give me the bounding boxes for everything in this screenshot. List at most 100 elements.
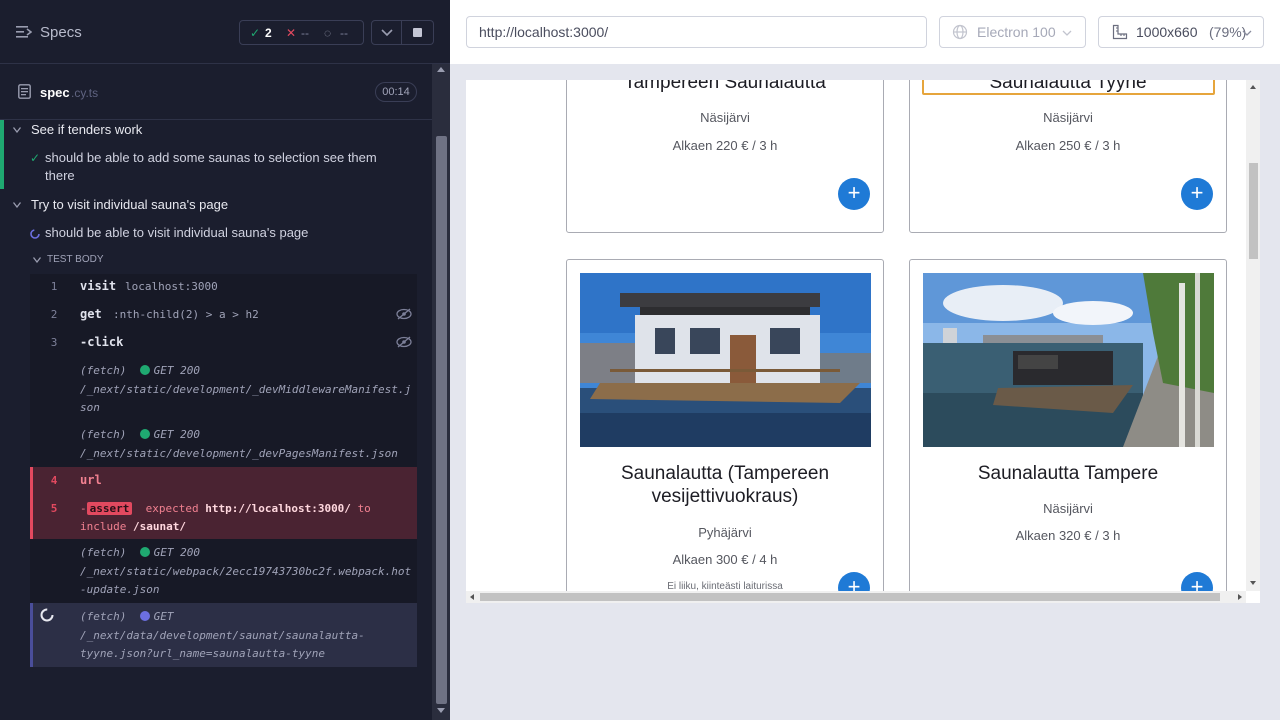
sauna-card[interactable]: Saunalautta Tyyne Näsijärvi Alkaen 250 €… xyxy=(909,80,1227,233)
viewport-selector[interactable]: 1000x660 (79%) xyxy=(1098,16,1264,48)
sauna-card[interactable]: Saunalautta Tampere Näsijärvi Alkaen 320… xyxy=(909,259,1227,603)
assert-to: to xyxy=(357,502,371,515)
command-visit[interactable]: visit xyxy=(80,279,116,293)
fetch-label: (fetch) xyxy=(80,546,127,559)
scroll-down-arrow[interactable] xyxy=(1250,581,1256,585)
url-bar[interactable]: http://localhost:3000/ xyxy=(466,16,927,48)
command-click[interactable]: -click xyxy=(80,335,123,349)
sauna-location: Näsijärvi xyxy=(1043,110,1093,125)
collapse-button[interactable] xyxy=(371,20,402,45)
sauna-raft-image xyxy=(580,273,871,447)
eye-slash-icon[interactable] xyxy=(396,308,412,320)
command-message: localhost:3000 xyxy=(125,280,218,293)
scroll-right-arrow[interactable] xyxy=(1238,594,1242,600)
sauna-title[interactable]: Saunalautta Tampere xyxy=(910,462,1226,485)
spec-file-row[interactable]: spec .cy.ts 00:14 xyxy=(0,64,432,120)
stop-button[interactable] xyxy=(402,20,434,45)
test-stats: ✓ 2 ✕ -- ◌ -- xyxy=(239,20,364,45)
suite-title-visit-page[interactable]: Try to visit individual sauna's page xyxy=(31,197,228,212)
fetch-path-cont: -update.json xyxy=(80,583,160,596)
assert-prefix: - xyxy=(80,502,87,515)
sauna-location: Pyhäjärvi xyxy=(698,525,752,540)
sauna-title[interactable]: Saunalautta (Tampereen vesijettivuokraus… xyxy=(567,462,883,508)
iframe-vertical-scrollbar[interactable] xyxy=(1246,80,1260,591)
iframe-horizontal-scroll-thumb[interactable] xyxy=(480,593,1220,601)
command-number: 5 xyxy=(50,502,58,515)
passed-count: 2 xyxy=(265,26,272,40)
command-get[interactable]: get xyxy=(80,307,102,321)
fetch-path: /_next/data/development/saunat/saunalaut… xyxy=(80,628,365,642)
browser-selector[interactable]: Electron 100 xyxy=(939,16,1086,48)
scroll-down-arrow[interactable] xyxy=(437,708,445,713)
test-title-add-saunas-cont: there xyxy=(45,168,75,183)
sauna-title[interactable]: Saunalautta Tyyne xyxy=(910,80,1226,94)
fetch-path: /_next/static/webpack/2ecc19743730bc2f.w… xyxy=(80,564,412,578)
scroll-left-arrow[interactable] xyxy=(470,594,474,600)
test-title-add-saunas[interactable]: should be able to add some saunas to sel… xyxy=(45,149,377,167)
sauna-photo[interactable] xyxy=(580,273,871,447)
reporter-scrollbar-thumb[interactable] xyxy=(436,136,447,704)
assert-badge: assert xyxy=(86,502,133,515)
command-url[interactable]: url xyxy=(80,473,102,487)
sauna-photo[interactable] xyxy=(923,273,1214,447)
test-body-label[interactable]: TEST BODY xyxy=(47,254,104,265)
sauna-title[interactable]: Tampereen Saunalautta xyxy=(567,80,883,94)
suite-pass-bar xyxy=(0,120,4,189)
sauna-card[interactable]: Saunalautta (Tampereen vesijettivuokraus… xyxy=(566,259,884,603)
file-icon xyxy=(18,84,31,99)
browser-name: Electron 100 xyxy=(977,24,1056,40)
failed-count: -- xyxy=(301,26,309,40)
specs-icon[interactable] xyxy=(16,25,32,39)
fetch-method: GET 200 xyxy=(153,546,200,559)
spinner-icon xyxy=(40,608,54,622)
sauna-location: Näsijärvi xyxy=(700,110,750,125)
sauna-card[interactable]: Tampereen Saunalautta Näsijärvi Alkaen 2… xyxy=(566,80,884,233)
x-icon: ✕ xyxy=(286,26,297,40)
chevron-down-icon xyxy=(1242,30,1252,36)
chevron-down-icon[interactable] xyxy=(13,202,21,208)
fetch-path-cont: tyyne.json?url_name=saunalautta-tyyne xyxy=(80,647,326,660)
pending-count: -- xyxy=(340,26,348,40)
fetch-log-entry[interactable]: (fetch) GET 200 /_next/static/developmen… xyxy=(80,426,398,463)
globe-icon xyxy=(952,24,968,40)
spinner-icon xyxy=(30,229,40,239)
status-dot xyxy=(139,429,150,439)
assert-target: /saunat/ xyxy=(132,520,186,533)
fetch-label: (fetch) xyxy=(80,610,127,623)
spec-duration: 00:14 xyxy=(375,82,417,102)
chevron-down-icon[interactable] xyxy=(13,127,21,133)
fetch-label: (fetch) xyxy=(80,428,127,441)
status-dot xyxy=(139,547,150,557)
fetch-log-entry[interactable]: (fetch) GET 200 /_next/static/developmen… xyxy=(80,362,411,418)
fetch-method: GET xyxy=(153,610,174,623)
eye-slash-icon[interactable] xyxy=(396,336,412,348)
chevron-down-icon xyxy=(381,29,393,37)
command-number: 4 xyxy=(50,474,58,487)
fetch-log-entry[interactable]: (fetch) GET /_next/data/development/saun… xyxy=(80,608,365,664)
fetch-label: (fetch) xyxy=(80,364,127,377)
spec-name: spec xyxy=(40,85,70,100)
add-button[interactable]: + xyxy=(1181,178,1213,210)
scroll-up-arrow[interactable] xyxy=(1250,85,1256,89)
command-number: 3 xyxy=(50,336,58,349)
test-title-visit-page[interactable]: should be able to visit individual sauna… xyxy=(45,224,308,242)
ruler-icon xyxy=(1112,24,1128,40)
fetch-method: GET 200 xyxy=(153,428,200,441)
sauna-price: Alkaen 220 € / 3 h xyxy=(672,138,778,153)
command-number: 1 xyxy=(50,280,58,293)
iframe-vertical-scroll-thumb[interactable] xyxy=(1249,163,1258,259)
aut-toolbar: http://localhost:3000/ Electron 100 1000… xyxy=(450,0,1280,64)
app-iframe: Tampereen Saunalautta Näsijärvi Alkaen 2… xyxy=(466,80,1260,603)
assert-command[interactable]: - assert expected http://localhost:3000/ … xyxy=(80,500,412,536)
chevron-down-icon xyxy=(1062,30,1072,36)
scroll-up-arrow[interactable] xyxy=(437,67,445,72)
chevron-down-icon[interactable] xyxy=(33,257,41,263)
fetch-log-entry[interactable]: (fetch) GET 200 /_next/static/webpack/2e… xyxy=(80,544,411,600)
assert-expected: expected xyxy=(145,502,199,515)
suite-title-tenders[interactable]: See if tenders work xyxy=(31,122,142,137)
fetch-path: /_next/static/development/_devMiddleware… xyxy=(80,382,412,396)
reporter-header: Specs ✓ 2 ✕ -- ◌ -- xyxy=(0,0,450,64)
add-button[interactable]: + xyxy=(838,178,870,210)
specs-title[interactable]: Specs xyxy=(40,24,82,41)
status-dot xyxy=(139,611,150,621)
